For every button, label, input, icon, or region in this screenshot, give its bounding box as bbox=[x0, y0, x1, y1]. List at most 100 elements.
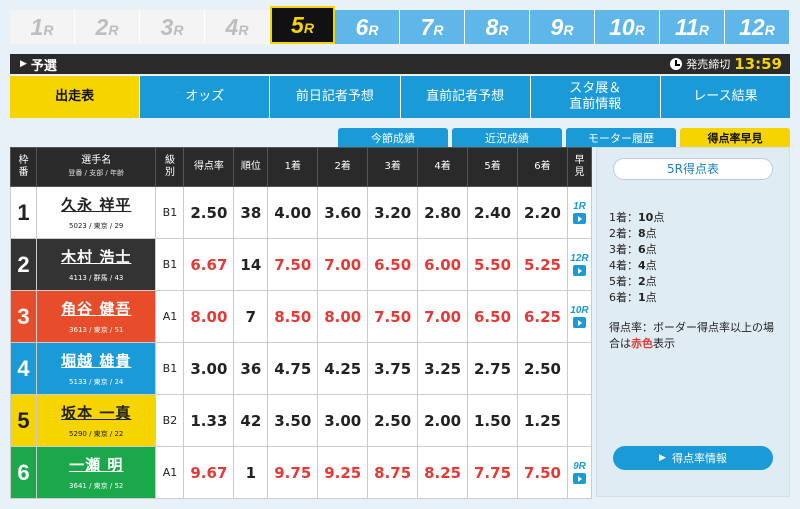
race-tab-8[interactable]: 8R bbox=[465, 10, 530, 44]
menu-item-5[interactable]: レース結果 bbox=[660, 76, 791, 118]
race-tab-9[interactable]: 9R bbox=[530, 10, 595, 44]
menu-item-0[interactable]: 出走表 bbox=[10, 76, 141, 118]
race-selector: 1 R 2 R 3 R 4 R 5 R 6 R 7 R 8 R 9 R 10 R 11 R 12 R bbox=[10, 6, 790, 44]
quick-view-cell: 12R bbox=[566, 238, 593, 291]
score-rate: 9.67 bbox=[183, 446, 235, 499]
header-rate: 得点率 bbox=[183, 147, 235, 187]
race-tab-11[interactable]: 11 R bbox=[660, 10, 725, 44]
projected-rate-4: 2.00 bbox=[417, 394, 469, 447]
play-icon bbox=[572, 265, 586, 276]
table-row: 4 堀越 雄貴 5133 / 東京 / 24 B1 3.00 36 4.75 4.25 3.75… bbox=[10, 342, 593, 395]
racer-class: A1 bbox=[155, 290, 185, 343]
play-icon bbox=[572, 317, 586, 328]
section-bar: ▶ 予選 発売締切 13:59 bbox=[10, 54, 790, 74]
quick-view-link[interactable]: 12R bbox=[568, 253, 591, 276]
score-rate: 3.00 bbox=[183, 342, 235, 395]
race-tab-4[interactable]: 4R bbox=[205, 10, 270, 44]
racer-name-link[interactable]: 木村 浩士 bbox=[37, 246, 156, 267]
race-tab-3[interactable]: 3R bbox=[140, 10, 205, 44]
race-tab-2[interactable]: 2R bbox=[75, 10, 140, 44]
rank: 42 bbox=[233, 394, 269, 447]
racer-cell: 久永 祥平 5023 / 東京 / 29 bbox=[35, 186, 157, 239]
waku-number: 2 bbox=[10, 238, 37, 291]
clock-icon bbox=[670, 58, 683, 70]
racer-name-link[interactable]: 久永 祥平 bbox=[37, 194, 156, 215]
racer-name-link[interactable]: 坂本 一真 bbox=[37, 402, 156, 423]
race-tab-7[interactable]: 7R bbox=[400, 10, 465, 44]
score-note: 得点率：ボーダー得点率以上の場合は赤色表示 bbox=[609, 321, 774, 350]
score-rate: 8.00 bbox=[183, 290, 235, 343]
projected-rate-1: 4.00 bbox=[267, 186, 319, 239]
score-panel: 5R得点表 1着：10点 2着：8点 3着：6点 4着：4点 5着：2点 6着：1点 得点… bbox=[596, 147, 790, 497]
header-waku: 枠 番 bbox=[10, 147, 37, 187]
racer-name-link[interactable]: 一瀬 明 bbox=[37, 454, 156, 475]
race-tab-5[interactable]: 5R bbox=[270, 6, 335, 44]
projected-rate-6: 2.20 bbox=[516, 186, 568, 239]
play-icon bbox=[572, 213, 586, 224]
projected-rate-4: 7.00 bbox=[417, 290, 469, 343]
racer-meta: 4113 / 群馬 / 43 bbox=[69, 274, 124, 282]
projected-rate-4: 3.25 bbox=[417, 342, 469, 395]
race-tab-6[interactable]: 6R bbox=[335, 10, 400, 44]
points-item: 3着：6点 bbox=[609, 243, 657, 256]
rank: 1 bbox=[233, 446, 269, 499]
quick-view-cell bbox=[566, 394, 593, 447]
projected-rate-3: 3.20 bbox=[367, 186, 419, 239]
menu-item-3[interactable]: 直前記者予想 bbox=[400, 76, 531, 118]
main-menu: 出走表 オッズ 前日記者予想 直前記者予想 スタ展＆ 直前情報 レース結果 bbox=[10, 76, 791, 118]
race-tab-10[interactable]: 10 R bbox=[595, 10, 660, 44]
subtab-0[interactable]: 今節成績 bbox=[338, 128, 448, 147]
waku-number: 4 bbox=[10, 342, 37, 395]
racer-cell: 角谷 健吾 3613 / 東京 / 51 bbox=[35, 290, 157, 343]
sub-tabs: 今節成績 近況成績 モーター履歴 得点率早見 bbox=[338, 128, 790, 147]
rank: 7 bbox=[233, 290, 269, 343]
racer-class: B1 bbox=[155, 342, 185, 395]
deadline-label: 発売締切 bbox=[686, 58, 731, 71]
subtab-1[interactable]: 近況成績 bbox=[452, 128, 562, 147]
menu-item-1[interactable]: オッズ bbox=[140, 76, 271, 118]
menu-item-4[interactable]: スタ展＆ 直前情報 bbox=[530, 76, 661, 118]
triangle-right-icon: ▶ bbox=[20, 59, 27, 69]
projected-rate-2: 8.00 bbox=[317, 290, 369, 343]
projected-rate-2: 3.00 bbox=[317, 394, 369, 447]
quick-view-cell: 10R bbox=[566, 290, 593, 343]
header-p2: 2着 bbox=[317, 147, 369, 187]
projected-rate-6: 7.50 bbox=[516, 446, 568, 499]
projected-rate-4: 8.25 bbox=[417, 446, 469, 499]
projected-rate-6: 2.50 bbox=[516, 342, 568, 395]
menu-item-2[interactable]: 前日記者予想 bbox=[270, 76, 401, 118]
rank: 14 bbox=[233, 238, 269, 291]
table-header-row: 枠 番 選手名 登番 / 支部 / 年齢 級 別 得点率 順位 1着 2着 3着 … bbox=[10, 147, 593, 187]
quick-view-link[interactable]: 1R bbox=[568, 201, 591, 224]
table-row: 5 坂本 一真 5290 / 東京 / 22 B2 1.33 42 3.50 3.00 2.50… bbox=[10, 394, 593, 447]
score-panel-title: 5R得点表 bbox=[613, 158, 773, 180]
table-row: 3 角谷 健吾 3613 / 東京 / 51 A1 8.00 7 8.50 8.00 7.50 7… bbox=[10, 290, 593, 343]
projected-rate-6: 1.25 bbox=[516, 394, 568, 447]
projected-rate-5: 7.75 bbox=[467, 446, 518, 499]
racer-class: B2 bbox=[155, 394, 185, 447]
projected-rate-5: 2.75 bbox=[467, 342, 518, 395]
racer-class: A1 bbox=[155, 446, 185, 499]
race-tab-1[interactable]: 1R bbox=[10, 10, 75, 44]
racer-name-link[interactable]: 角谷 健吾 bbox=[37, 298, 156, 319]
race-tab-12[interactable]: 12 R bbox=[725, 10, 790, 44]
table-row: 6 一瀬 明 3641 / 東京 / 52 A1 9.67 1 9.75 9.25 8.75 8.… bbox=[10, 446, 593, 499]
header-soken: 早 見 bbox=[566, 147, 593, 187]
racer-meta: 5290 / 東京 / 22 bbox=[69, 430, 124, 438]
quick-view-link[interactable]: 10R bbox=[568, 305, 591, 328]
projected-rate-5: 6.50 bbox=[467, 290, 518, 343]
subtab-2[interactable]: モーター履歴 bbox=[566, 128, 676, 147]
play-icon: ▶ bbox=[659, 453, 666, 463]
rank: 36 bbox=[233, 342, 269, 395]
score-info-button[interactable]: ▶ 得点率情報 bbox=[613, 446, 773, 470]
racer-name-link[interactable]: 堀越 雄貴 bbox=[37, 350, 156, 371]
projected-rate-3: 7.50 bbox=[367, 290, 419, 343]
racer-cell: 一瀬 明 3641 / 東京 / 52 bbox=[35, 446, 157, 499]
waku-number: 1 bbox=[10, 186, 37, 239]
play-icon bbox=[572, 473, 586, 484]
waku-number: 6 bbox=[10, 446, 37, 499]
header-p4: 4着 bbox=[417, 147, 469, 187]
quick-view-link[interactable]: 9R bbox=[568, 461, 591, 484]
score-rate: 1.33 bbox=[183, 394, 235, 447]
subtab-3[interactable]: 得点率早見 bbox=[680, 128, 790, 147]
